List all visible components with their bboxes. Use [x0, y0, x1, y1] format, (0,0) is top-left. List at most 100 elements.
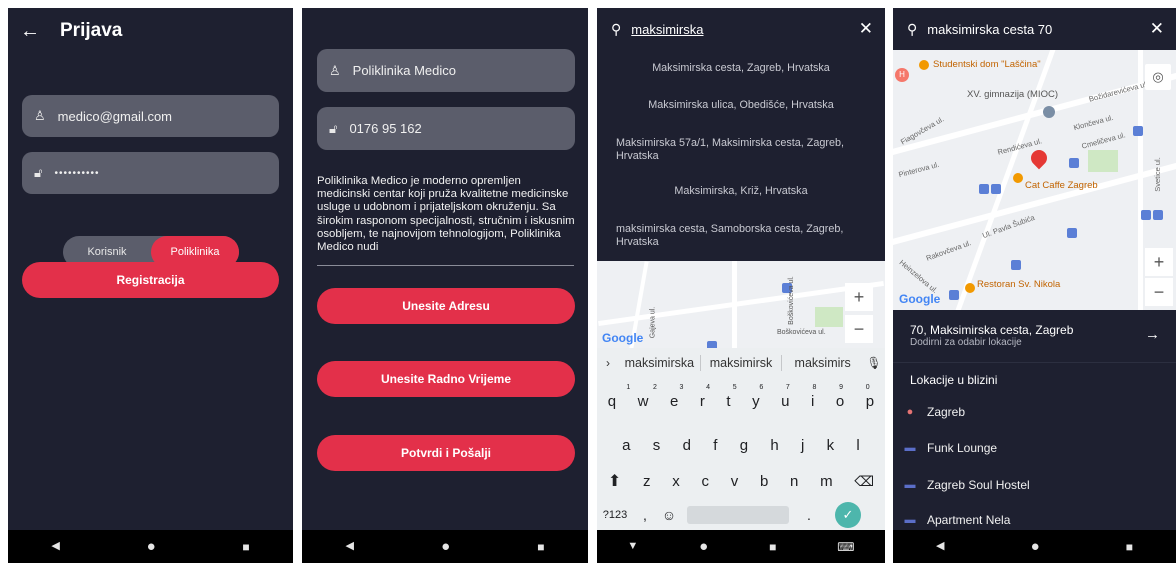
suggestion-item[interactable]: Maksimirska ulica, Obedišće, Hrvatska	[597, 99, 885, 112]
nearby-header: Lokacije u blizini	[910, 373, 998, 387]
chevron-right-icon[interactable]: ›	[597, 356, 619, 370]
register-button[interactable]: Registracija	[22, 262, 279, 298]
key[interactable]: s	[653, 437, 661, 454]
cafe-icon	[1013, 173, 1023, 183]
prediction-word[interactable]: maksimirska	[619, 356, 700, 370]
nearby-item[interactable]: ▬ Zagreb Soul Hostel	[893, 476, 1176, 494]
close-icon[interactable]: ✕	[1150, 19, 1164, 39]
key[interactable]: r	[700, 393, 705, 410]
email-field[interactable]: ♙ medico@gmail.com	[22, 95, 279, 137]
lock-icon: 🔓︎	[34, 165, 43, 180]
location-marker-icon[interactable]	[1027, 146, 1051, 170]
search-icon: ⚲	[907, 20, 918, 37]
park-area	[1088, 150, 1118, 172]
prediction-word[interactable]: maksimirs	[782, 356, 863, 370]
close-icon[interactable]: ✕	[859, 19, 873, 39]
home-nav-icon[interactable]: ●	[1031, 539, 1040, 554]
search-bar[interactable]: ⚲ maksimirska ✕	[597, 8, 885, 50]
enter-address-button[interactable]: Unesite Adresu	[317, 288, 575, 324]
nearby-item[interactable]: ● Zagreb	[893, 403, 1176, 421]
key[interactable]: d	[683, 437, 691, 454]
back-nav-icon[interactable]: ◀	[51, 541, 59, 552]
clinic-name-field[interactable]: ♙ Poliklinika Medico	[317, 49, 575, 92]
map-label-school: XV. gimnazija (MIOC)	[967, 89, 1058, 100]
back-nav-icon[interactable]: ◀	[346, 541, 354, 552]
zoom-out-button[interactable]: −	[845, 315, 873, 343]
key[interactable]: m	[820, 473, 833, 490]
suggestion-item[interactable]: Maksimirska 57a/1, Maksimirska cesta, Za…	[597, 137, 885, 162]
key[interactable]: v	[731, 473, 739, 490]
key[interactable]: x	[672, 473, 680, 490]
comma-key[interactable]: ,	[633, 507, 657, 523]
home-nav-icon[interactable]: ●	[147, 539, 156, 554]
key[interactable]: f	[713, 437, 717, 454]
recents-nav-icon[interactable]: ■	[242, 541, 249, 553]
key[interactable]: q	[608, 393, 616, 410]
key[interactable]: c	[701, 473, 709, 490]
recents-nav-icon[interactable]: ■	[1126, 541, 1133, 553]
microphone-icon[interactable]: 🎙︎	[863, 356, 885, 370]
search-input[interactable]: maksimirska cesta 70	[927, 22, 1052, 37]
back-nav-icon[interactable]: ◀	[936, 541, 944, 552]
home-nav-icon[interactable]: ●	[699, 539, 708, 554]
recents-nav-icon[interactable]: ■	[537, 541, 544, 553]
key[interactable]: w	[638, 393, 649, 410]
zoom-out-button[interactable]: −	[1145, 278, 1173, 306]
suggestion-item[interactable]: Maksimirska cesta, Zagreb, Hrvatska	[597, 62, 885, 75]
key[interactable]: j	[801, 437, 804, 454]
phone-field[interactable]: 🔓︎ 0176 95 162	[317, 107, 575, 150]
key[interactable]: i	[811, 393, 814, 410]
key[interactable]: g	[740, 437, 748, 454]
nearby-item-label: Apartment Nela	[927, 513, 1011, 527]
enter-check-icon[interactable]: ✓	[835, 502, 861, 528]
key[interactable]: l	[856, 437, 859, 454]
search-bar[interactable]: ⚲ maksimirska cesta 70 ✕	[893, 8, 1176, 50]
home-nav-icon[interactable]: ●	[441, 539, 450, 554]
key[interactable]: u	[781, 393, 789, 410]
suggestion-item[interactable]: maksimirska cesta, Samoborska cesta, Zag…	[597, 223, 885, 248]
key[interactable]: p	[866, 393, 874, 410]
arrow-right-icon[interactable]: →	[1145, 326, 1160, 343]
key[interactable]: z	[643, 473, 651, 490]
map-view[interactable]: Boškovićeva ul. Boškovićeva ul. Gajeva u…	[597, 261, 885, 349]
selected-location-title[interactable]: 70, Maksimirska cesta, Zagreb	[910, 323, 1073, 337]
suggestion-item[interactable]: Maksimirska, Križ, Hrvatska	[597, 185, 885, 198]
key[interactable]: y	[752, 393, 760, 410]
zoom-in-button[interactable]: +	[845, 283, 873, 311]
keyboard-switch-icon[interactable]: ⌨	[837, 541, 854, 553]
submit-button[interactable]: Potvrdi i Pošalji	[317, 435, 575, 471]
shift-icon[interactable]: ⬆	[608, 471, 621, 491]
key[interactable]: e	[670, 393, 678, 410]
space-bar[interactable]	[687, 506, 789, 524]
street-label: Boškovićeva ul.	[777, 329, 826, 336]
street-label: Klončeva ul.	[1072, 112, 1115, 133]
key[interactable]: o	[836, 393, 844, 410]
key[interactable]: a	[622, 437, 630, 454]
nearby-item[interactable]: ▬ Funk Lounge	[893, 439, 1176, 457]
backspace-icon[interactable]: ⌫	[854, 473, 874, 490]
recents-nav-icon[interactable]: ■	[769, 541, 776, 553]
key[interactable]: k	[827, 437, 835, 454]
period-key[interactable]: .	[789, 507, 829, 523]
key[interactable]: b	[760, 473, 768, 490]
key[interactable]: n	[790, 473, 798, 490]
prediction-word[interactable]: maksimirsk	[701, 356, 782, 370]
description-text[interactable]: Poliklinika Medico je moderno opremljen …	[317, 175, 575, 254]
nearby-item-label: Zagreb	[927, 405, 966, 419]
my-location-icon[interactable]: ◎	[1145, 64, 1171, 90]
collapse-keyboard-icon[interactable]: ▼	[627, 541, 638, 552]
zoom-in-button[interactable]: +	[1145, 248, 1173, 276]
nearby-item[interactable]: ▬ Apartment Nela	[893, 511, 1176, 529]
key[interactable]: h	[770, 437, 778, 454]
back-arrow-icon[interactable]: ←	[20, 20, 40, 43]
search-input[interactable]: maksimirska	[631, 22, 703, 37]
transit-icon	[1069, 158, 1079, 168]
key[interactable]: t	[726, 393, 730, 410]
map-view[interactable]: H Studentski dom "Laščina" XV. gimnazija…	[893, 50, 1176, 310]
enter-hours-button[interactable]: Unesite Radno Vrijeme	[317, 361, 575, 397]
password-field[interactable]: 🔓︎ ••••••••••	[22, 152, 279, 194]
emoji-icon[interactable]: ☺	[657, 507, 681, 523]
restaurant-icon	[965, 283, 975, 293]
symbols-key[interactable]: ?123	[597, 509, 633, 521]
key-hint: 8	[812, 383, 817, 391]
